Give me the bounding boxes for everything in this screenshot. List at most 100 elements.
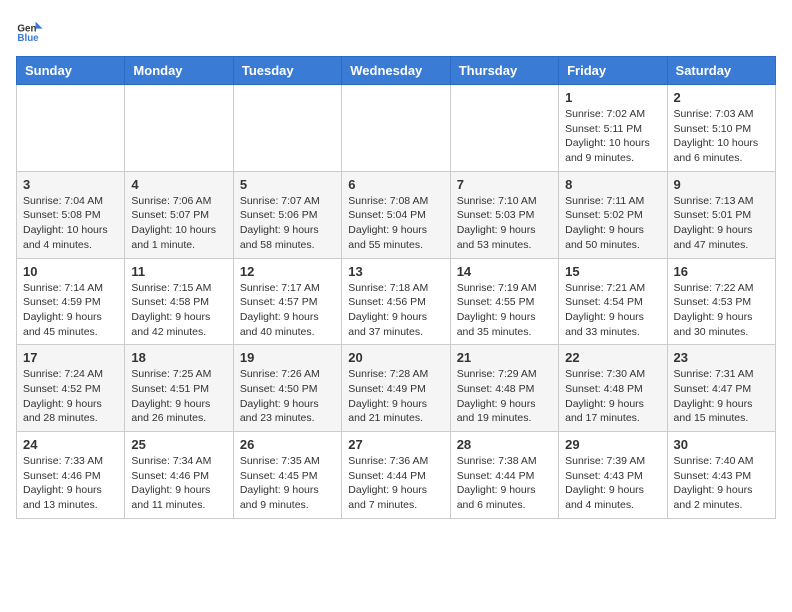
calendar-cell: 27 Sunrise: 7:36 AM Sunset: 4:44 PM Dayli… (342, 432, 450, 519)
day-info: Sunrise: 7:36 AM Sunset: 4:44 PM Dayligh… (348, 454, 443, 513)
calendar-cell: 17 Sunrise: 7:24 AM Sunset: 4:52 PM Dayli… (17, 345, 125, 432)
day-info: Sunrise: 7:34 AM Sunset: 4:46 PM Dayligh… (131, 454, 226, 513)
day-info: Sunrise: 7:38 AM Sunset: 4:44 PM Dayligh… (457, 454, 552, 513)
calendar-cell (17, 85, 125, 172)
day-number: 22 (565, 350, 660, 365)
day-number: 9 (674, 177, 769, 192)
day-number: 16 (674, 264, 769, 279)
calendar-cell: 9 Sunrise: 7:13 AM Sunset: 5:01 PM Daylig… (667, 171, 775, 258)
calendar-cell: 20 Sunrise: 7:28 AM Sunset: 4:49 PM Dayli… (342, 345, 450, 432)
calendar-cell: 11 Sunrise: 7:15 AM Sunset: 4:58 PM Dayli… (125, 258, 233, 345)
calendar-cell: 28Sunrise: 7:38 AM Sunset: 4:44 PM Dayli… (450, 432, 558, 519)
day-info: Sunrise: 7:13 AM Sunset: 5:01 PM Dayligh… (674, 194, 769, 253)
weekday-header-friday: Friday (559, 57, 667, 85)
day-info: Sunrise: 7:11 AM Sunset: 5:02 PM Dayligh… (565, 194, 660, 253)
calendar-table: SundayMondayTuesdayWednesdayThursdayFrid… (16, 56, 776, 519)
calendar-cell: 30 Sunrise: 7:40 AM Sunset: 4:43 PM Dayli… (667, 432, 775, 519)
calendar-cell: 6 Sunrise: 7:08 AM Sunset: 5:04 PM Daylig… (342, 171, 450, 258)
day-info: Sunrise: 7:26 AM Sunset: 4:50 PM Dayligh… (240, 367, 335, 426)
calendar-cell: 13 Sunrise: 7:18 AM Sunset: 4:56 PM Dayli… (342, 258, 450, 345)
logo-icon: Gen Blue (16, 16, 44, 44)
day-number: 1 (565, 90, 660, 105)
calendar-cell: 21Sunrise: 7:29 AM Sunset: 4:48 PM Dayli… (450, 345, 558, 432)
day-number: 12 (240, 264, 335, 279)
day-number: 13 (348, 264, 443, 279)
day-info: Sunrise: 7:24 AM Sunset: 4:52 PM Dayligh… (23, 367, 118, 426)
day-info: Sunrise: 7:31 AM Sunset: 4:47 PM Dayligh… (674, 367, 769, 426)
day-info: Sunrise: 7:06 AM Sunset: 5:07 PM Dayligh… (131, 194, 226, 253)
day-number: 30 (674, 437, 769, 452)
day-number: 19 (240, 350, 335, 365)
day-info: Sunrise: 7:15 AM Sunset: 4:58 PM Dayligh… (131, 281, 226, 340)
day-info: Sunrise: 7:33 AM Sunset: 4:46 PM Dayligh… (23, 454, 118, 513)
day-number: 6 (348, 177, 443, 192)
calendar-cell: 29 Sunrise: 7:39 AM Sunset: 4:43 PM Dayli… (559, 432, 667, 519)
day-info: Sunrise: 7:35 AM Sunset: 4:45 PM Dayligh… (240, 454, 335, 513)
day-info: Sunrise: 7:03 AM Sunset: 5:10 PM Dayligh… (674, 107, 769, 166)
day-number: 11 (131, 264, 226, 279)
day-info: Sunrise: 7:28 AM Sunset: 4:49 PM Dayligh… (348, 367, 443, 426)
calendar-cell: 18Sunrise: 7:25 AM Sunset: 4:51 PM Dayli… (125, 345, 233, 432)
day-number: 17 (23, 350, 118, 365)
calendar-week-row: 17 Sunrise: 7:24 AM Sunset: 4:52 PM Dayli… (17, 345, 776, 432)
calendar-cell: 5 Sunrise: 7:07 AM Sunset: 5:06 PM Daylig… (233, 171, 341, 258)
weekday-header-row: SundayMondayTuesdayWednesdayThursdayFrid… (17, 57, 776, 85)
day-number: 29 (565, 437, 660, 452)
calendar-cell (342, 85, 450, 172)
calendar-week-row: 10 Sunrise: 7:14 AM Sunset: 4:59 PM Dayli… (17, 258, 776, 345)
calendar-cell (125, 85, 233, 172)
calendar-cell: 25Sunrise: 7:34 AM Sunset: 4:46 PM Dayli… (125, 432, 233, 519)
calendar-cell (233, 85, 341, 172)
calendar-cell: 19 Sunrise: 7:26 AM Sunset: 4:50 PM Dayli… (233, 345, 341, 432)
day-number: 10 (23, 264, 118, 279)
calendar-cell: 7 Sunrise: 7:10 AM Sunset: 5:03 PM Daylig… (450, 171, 558, 258)
calendar-cell: 1 Sunrise: 7:02 AM Sunset: 5:11 PM Daylig… (559, 85, 667, 172)
calendar-cell: 16 Sunrise: 7:22 AM Sunset: 4:53 PM Dayli… (667, 258, 775, 345)
day-info: Sunrise: 7:25 AM Sunset: 4:51 PM Dayligh… (131, 367, 226, 426)
day-info: Sunrise: 7:39 AM Sunset: 4:43 PM Dayligh… (565, 454, 660, 513)
day-number: 7 (457, 177, 552, 192)
day-number: 24 (23, 437, 118, 452)
calendar-cell: 3Sunrise: 7:04 AM Sunset: 5:08 PM Daylig… (17, 171, 125, 258)
weekday-header-saturday: Saturday (667, 57, 775, 85)
day-number: 4 (131, 177, 226, 192)
weekday-header-tuesday: Tuesday (233, 57, 341, 85)
header: Gen Blue (16, 16, 776, 44)
day-info: Sunrise: 7:07 AM Sunset: 5:06 PM Dayligh… (240, 194, 335, 253)
day-info: Sunrise: 7:08 AM Sunset: 5:04 PM Dayligh… (348, 194, 443, 253)
day-info: Sunrise: 7:02 AM Sunset: 5:11 PM Dayligh… (565, 107, 660, 166)
day-info: Sunrise: 7:17 AM Sunset: 4:57 PM Dayligh… (240, 281, 335, 340)
day-info: Sunrise: 7:21 AM Sunset: 4:54 PM Dayligh… (565, 281, 660, 340)
calendar-week-row: 1 Sunrise: 7:02 AM Sunset: 5:11 PM Daylig… (17, 85, 776, 172)
day-number: 5 (240, 177, 335, 192)
day-info: Sunrise: 7:19 AM Sunset: 4:55 PM Dayligh… (457, 281, 552, 340)
logo: Gen Blue (16, 16, 44, 44)
calendar-cell (450, 85, 558, 172)
day-info: Sunrise: 7:18 AM Sunset: 4:56 PM Dayligh… (348, 281, 443, 340)
day-number: 14 (457, 264, 552, 279)
calendar-cell: 22Sunrise: 7:30 AM Sunset: 4:48 PM Dayli… (559, 345, 667, 432)
day-number: 23 (674, 350, 769, 365)
calendar-cell: 24 Sunrise: 7:33 AM Sunset: 4:46 PM Dayli… (17, 432, 125, 519)
day-number: 20 (348, 350, 443, 365)
calendar-cell: 2 Sunrise: 7:03 AM Sunset: 5:10 PM Daylig… (667, 85, 775, 172)
day-number: 8 (565, 177, 660, 192)
calendar-cell: 23 Sunrise: 7:31 AM Sunset: 4:47 PM Dayli… (667, 345, 775, 432)
calendar-cell: 12 Sunrise: 7:17 AM Sunset: 4:57 PM Dayli… (233, 258, 341, 345)
calendar-cell: 8 Sunrise: 7:11 AM Sunset: 5:02 PM Daylig… (559, 171, 667, 258)
day-info: Sunrise: 7:40 AM Sunset: 4:43 PM Dayligh… (674, 454, 769, 513)
calendar-cell: 15Sunrise: 7:21 AM Sunset: 4:54 PM Dayli… (559, 258, 667, 345)
day-number: 27 (348, 437, 443, 452)
calendar-cell: 10 Sunrise: 7:14 AM Sunset: 4:59 PM Dayli… (17, 258, 125, 345)
day-info: Sunrise: 7:22 AM Sunset: 4:53 PM Dayligh… (674, 281, 769, 340)
day-number: 21 (457, 350, 552, 365)
day-info: Sunrise: 7:10 AM Sunset: 5:03 PM Dayligh… (457, 194, 552, 253)
weekday-header-sunday: Sunday (17, 57, 125, 85)
day-info: Sunrise: 7:14 AM Sunset: 4:59 PM Dayligh… (23, 281, 118, 340)
svg-text:Blue: Blue (17, 33, 39, 44)
weekday-header-wednesday: Wednesday (342, 57, 450, 85)
day-number: 2 (674, 90, 769, 105)
calendar-week-row: 24 Sunrise: 7:33 AM Sunset: 4:46 PM Dayli… (17, 432, 776, 519)
weekday-header-monday: Monday (125, 57, 233, 85)
calendar-cell: 26Sunrise: 7:35 AM Sunset: 4:45 PM Dayli… (233, 432, 341, 519)
